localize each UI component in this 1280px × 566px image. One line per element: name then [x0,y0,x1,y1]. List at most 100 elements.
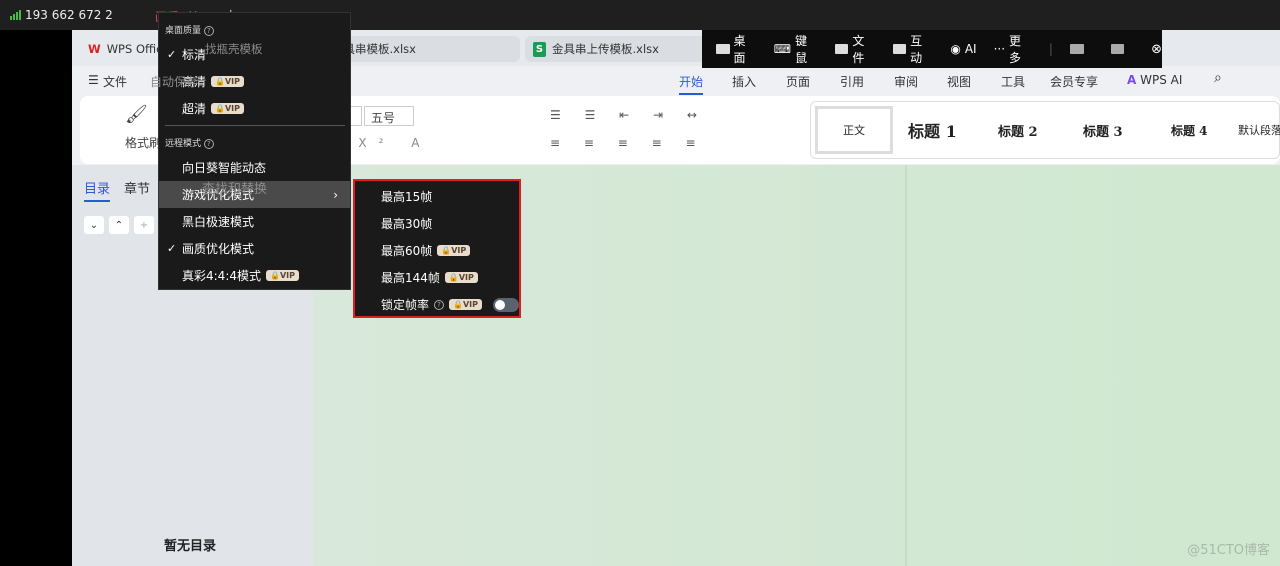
mode-true-color[interactable]: 真彩4:4:4模式 🔒VIP [159,262,350,289]
style-default[interactable]: 默认段落 [1238,110,1280,150]
align-buttons[interactable]: ≡ ≡ ≡ ≡ ≡ [550,136,706,150]
label: 游戏优化模式 [182,188,255,202]
quality-dropdown-menu: 桌面质量 ? ✓ 标清 高清 🔒VIP 超清 🔒VIP 远程模式 ? 向日葵智能动态 … [158,12,351,290]
device-id-text: 193 662 672 2 [25,8,113,22]
tab-label: 金具串上传模板.xlsx [552,42,659,56]
vip-badge: 🔒VIP [437,245,471,256]
label: 高清 [182,75,207,89]
keyboard-icon: ⌨ [773,42,792,56]
mode-quality-optimized[interactable]: ✓ 画质优化模式 [159,235,350,262]
search-icon[interactable]: ⌕ [1214,70,1222,86]
interact-button[interactable]: 互动 [892,32,934,66]
wps-ai-button[interactable]: A WPS AI [1127,73,1182,87]
device-id: 193 662 672 2 [10,8,113,22]
ai-button[interactable]: ◉ AI [950,42,976,56]
fps-30[interactable]: 最高30帧 [381,215,432,232]
tab-member[interactable]: 会员专享 [1050,73,1098,90]
signal-icon [10,10,21,20]
tab-home[interactable]: 开始 [679,73,704,95]
fps-15[interactable]: 最高15帧 [381,188,432,205]
style-heading-2[interactable]: 标题 2 [998,110,1038,150]
divider [165,125,345,126]
vip-badge: 🔒VIP [266,270,299,281]
mode-header: 远程模式 ? [165,136,214,149]
tab-view[interactable]: 视图 [947,73,971,90]
label: 更多 [1009,34,1022,65]
plus-icon[interactable]: + [134,216,154,234]
style-heading-4[interactable]: 标题 4 [1171,110,1208,150]
chevron-down-icon[interactable]: ⌄ [84,216,104,234]
style-heading-3[interactable]: 标题 3 [1083,110,1123,150]
minimize-icon[interactable] [1110,44,1125,54]
quality-standard[interactable]: ✓ 标清 [159,41,350,68]
label: 画质优化模式 [182,242,255,256]
style-normal[interactable]: 正文 [815,106,893,154]
file-button[interactable]: 文件 [834,32,876,66]
chevron-right-icon: › [333,187,338,202]
style-heading-1[interactable]: 标题 1 [908,110,957,150]
sheet-icon: S [533,41,546,57]
tab-tools[interactable]: 工具 [1001,73,1025,90]
nav-tab-sections[interactable]: 章节 [124,178,150,197]
mode-bw-fast[interactable]: 黑白极速模式 [159,208,350,235]
keyboard-mouse-button[interactable]: ⌨ 键鼠 [774,32,818,66]
label: 键鼠 [795,34,808,65]
header-text: 远程模式 [165,139,202,149]
tab-page[interactable]: 页面 [786,73,810,90]
font-size-select[interactable]: 五号 [364,106,414,126]
mode-game-optimized[interactable]: 游戏优化模式 › [159,181,350,208]
format-painter-icon: 🖌 [125,104,148,125]
label: 向日葵智能动态 [182,161,267,175]
tab-review[interactable]: 审阅 [894,73,918,90]
label: 最高60帧 [381,244,433,258]
tab-xlsx-2[interactable]: S 金具串上传模板.xlsx [525,36,705,62]
fullscreen-icon[interactable] [1069,44,1084,54]
header-text: 桌面质量 [165,26,202,36]
paragraph-buttons[interactable]: ☰ ☰ ⇤ ⇥ ↔ [550,108,707,122]
toc-empty: 暂无目录 [164,539,217,554]
ellipsis-icon: ··· [993,42,1006,56]
label: 标清 [182,48,207,62]
label: 黑白极速模式 [182,215,255,229]
label: 超清 [182,102,207,116]
lock-frame-rate-toggle[interactable] [493,297,520,312]
more-button[interactable]: ··· 更多 [994,32,1032,66]
interact-icon [892,44,907,54]
chevron-up-icon[interactable]: ⌃ [109,216,129,234]
left-black-area [0,30,72,566]
desktop-button[interactable]: 桌面 [716,32,757,66]
vip-badge: 🔒VIP [444,272,478,283]
format-painter-button[interactable]: 格式刷 [125,134,161,151]
lock-frame-rate: 锁定帧率? 🔒VIP [381,296,520,313]
label: 互动 [910,34,923,65]
wps-ai-icon: A [1127,73,1137,87]
help-icon[interactable]: ? [203,26,214,36]
mode-smart-dynamic[interactable]: 向日葵智能动态 [159,154,350,181]
help-icon[interactable]: ? [434,299,445,310]
quality-high[interactable]: 高清 🔒VIP [159,68,350,95]
quality-ultra[interactable]: 超清 🔒VIP [159,95,350,122]
tab-insert[interactable]: 插入 [732,73,756,90]
help-icon[interactable]: ? [203,139,214,149]
label: 真彩4:4:4模式 [182,269,261,283]
vip-badge: 🔒VIP [449,299,483,310]
close-circle-icon[interactable]: ⊗ [1151,42,1162,57]
wps-ai-label: WPS AI [1140,73,1183,87]
label: 桌面 [733,34,746,65]
fps-60[interactable]: 最高60帧 🔒VIP [381,242,471,259]
wps-logo-icon: W [88,42,101,56]
check-icon: ✓ [167,48,177,61]
fps-144[interactable]: 最高144帧 🔒VIP [381,269,478,286]
watermark: @51CTO博客 [1187,543,1270,558]
label: 文件 [852,34,865,65]
label: AI [964,42,977,56]
folder-icon [834,44,849,54]
nav-tab-toc[interactable]: 目录 [84,178,111,202]
menu-icon[interactable]: ☰ [88,73,99,87]
styles-gallery: 正文 标题 1 标题 2 标题 3 标题 4 默认段落 [810,101,1280,159]
label: 锁定帧率 [381,298,430,312]
vip-badge: 🔒VIP [211,103,245,114]
tab-references[interactable]: 引用 [840,73,864,90]
file-menu[interactable]: 文件 [103,73,127,90]
page-edge [905,165,907,566]
